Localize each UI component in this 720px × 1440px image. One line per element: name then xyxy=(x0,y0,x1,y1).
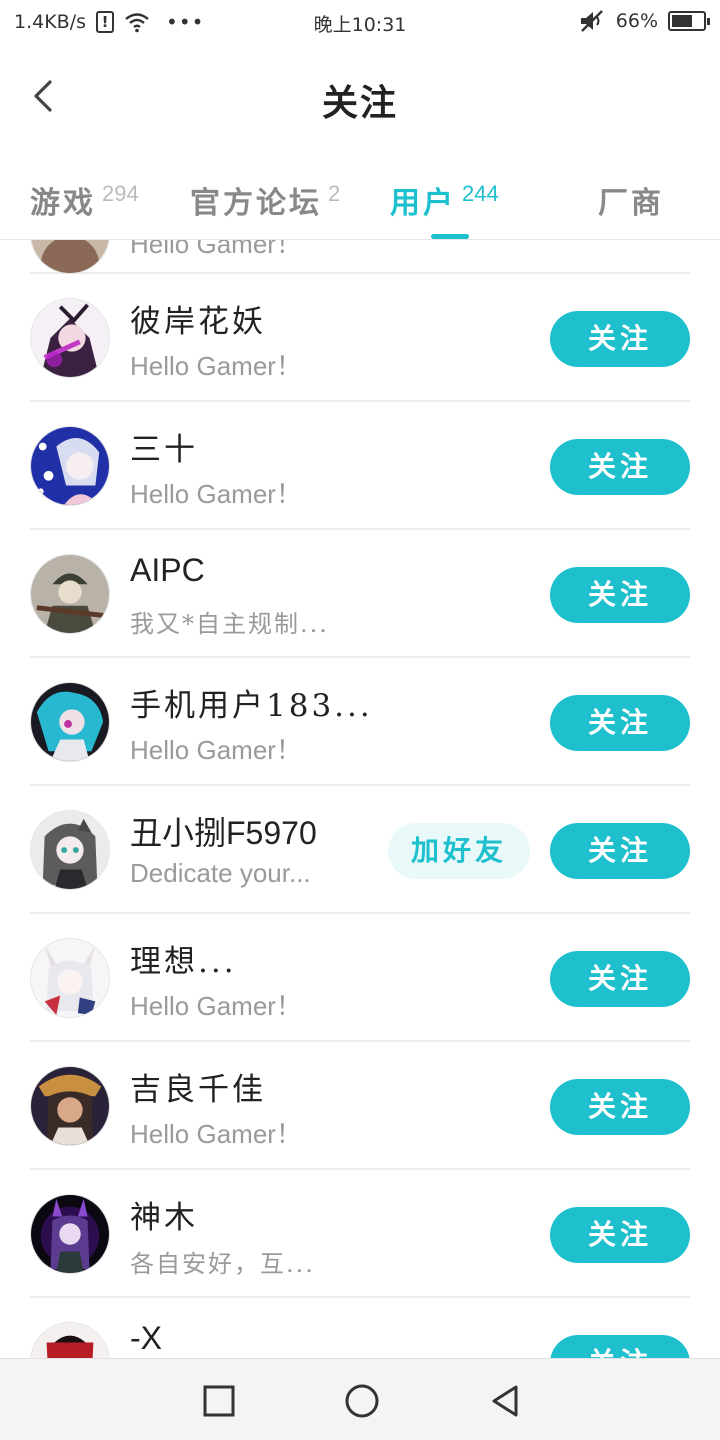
battery-icon xyxy=(668,11,710,31)
tab-count: 2 xyxy=(328,181,341,206)
tab-label: 游戏 xyxy=(30,186,96,221)
avatar[interactable] xyxy=(30,682,110,762)
follow-button[interactable]: 关注 xyxy=(550,1079,690,1135)
status-right: 66% xyxy=(578,9,710,33)
page-title: 关注 xyxy=(321,82,398,124)
user-bio: 我又*自主规制... xyxy=(130,610,329,638)
tab-users[interactable]: 用户 244 xyxy=(390,178,499,222)
user-name: 理想... xyxy=(130,944,237,980)
header: 关注 xyxy=(0,44,720,150)
user-name: 手机用户183... xyxy=(130,688,373,724)
user-name: 神木 xyxy=(130,1200,198,1236)
avatar[interactable] xyxy=(30,426,110,506)
tab-bar: 游戏 294 官方论坛 2 用户 244 厂商 xyxy=(0,150,720,240)
user-name: 丑小捌F5970 xyxy=(130,815,317,851)
list-item[interactable]: 神木 各自安好，互... 关注 xyxy=(30,1170,690,1298)
follow-button[interactable]: 关注 xyxy=(550,951,690,1007)
user-name: 吉良千佳 xyxy=(130,1072,266,1108)
battery-fill xyxy=(672,15,692,27)
list-item[interactable]: 手机用户183... Hello Gamer！ 关注 xyxy=(30,658,690,786)
tab-label: 用户 xyxy=(390,186,456,221)
list-item[interactable]: 彼岸花妖 Hello Gamer！ 关注 xyxy=(30,274,690,402)
follow-button[interactable]: 关注 xyxy=(550,567,690,623)
tab-label: 官方论坛 xyxy=(190,186,322,221)
user-bio: 各自安好，互... xyxy=(130,1250,315,1278)
follow-button[interactable]: 关注 xyxy=(550,1335,690,1358)
follow-button[interactable]: 关注 xyxy=(550,439,690,495)
tab-games[interactable]: 游戏 294 xyxy=(30,178,139,222)
user-name: AIPC xyxy=(130,552,205,588)
user-bio: Hello Gamer！ xyxy=(130,991,302,1021)
list-item[interactable]: 三十 Hello Gamer！ 关注 xyxy=(30,402,690,530)
user-list[interactable]: Hello Gamer！ 彼岸花妖 Hello Gamer！ 关注 三十 Hel… xyxy=(0,240,720,1358)
list-item[interactable]: 丑小捌F5970 Dedicate your... 加好友 关注 xyxy=(30,786,690,914)
list-item[interactable]: Hello Gamer！ xyxy=(30,240,690,274)
list-item[interactable]: 理想... Hello Gamer！ 关注 xyxy=(30,914,690,1042)
user-name: 彼岸花妖 xyxy=(130,304,266,340)
tab-label: 厂商 xyxy=(598,186,664,221)
avatar[interactable] xyxy=(30,298,110,378)
list-item[interactable]: AIPC 我又*自主规制... 关注 xyxy=(30,530,690,658)
avatar[interactable] xyxy=(30,240,110,274)
user-bio: Hello Gamer！ xyxy=(130,240,302,259)
avatar[interactable] xyxy=(30,1194,110,1274)
user-bio: Hello Gamer！ xyxy=(130,1119,302,1149)
user-name: -X xyxy=(130,1320,162,1356)
follow-button[interactable]: 关注 xyxy=(550,311,690,367)
avatar[interactable] xyxy=(30,938,110,1018)
add-friend-button[interactable]: 加好友 xyxy=(388,823,530,879)
follow-button[interactable]: 关注 xyxy=(550,823,690,879)
user-bio: Dedicate your... xyxy=(130,858,311,888)
system-nav-bar xyxy=(0,1358,720,1440)
user-bio: Hello Gamer！ xyxy=(130,351,302,381)
tab-forums[interactable]: 官方论坛 2 xyxy=(190,178,340,222)
list-item[interactable]: -X 关注 xyxy=(30,1298,690,1358)
back-nav-button[interactable] xyxy=(486,1381,526,1421)
avatar[interactable] xyxy=(30,554,110,634)
tab-count: 294 xyxy=(102,181,139,206)
user-bio: Hello Gamer！ xyxy=(130,735,302,765)
tab-count: 244 xyxy=(462,181,499,206)
tab-vendors[interactable]: 厂商 xyxy=(598,178,670,222)
avatar[interactable] xyxy=(30,1066,110,1146)
home-button[interactable] xyxy=(342,1381,382,1421)
tab-active-indicator xyxy=(431,234,469,239)
mute-icon xyxy=(580,10,603,32)
avatar[interactable] xyxy=(30,810,110,890)
battery-percent: 66% xyxy=(615,10,658,32)
user-name: 三十 xyxy=(130,432,198,468)
user-bio: Hello Gamer！ xyxy=(130,479,302,509)
recent-apps-button[interactable] xyxy=(199,1381,239,1421)
follow-button[interactable]: 关注 xyxy=(550,1207,690,1263)
follow-button[interactable]: 关注 xyxy=(550,695,690,751)
list-item[interactable]: 吉良千佳 Hello Gamer！ 关注 xyxy=(30,1042,690,1170)
status-bar: 1.4KB/s ! ••• 晚上10:31 66% xyxy=(0,0,720,44)
avatar[interactable] xyxy=(30,1322,110,1358)
